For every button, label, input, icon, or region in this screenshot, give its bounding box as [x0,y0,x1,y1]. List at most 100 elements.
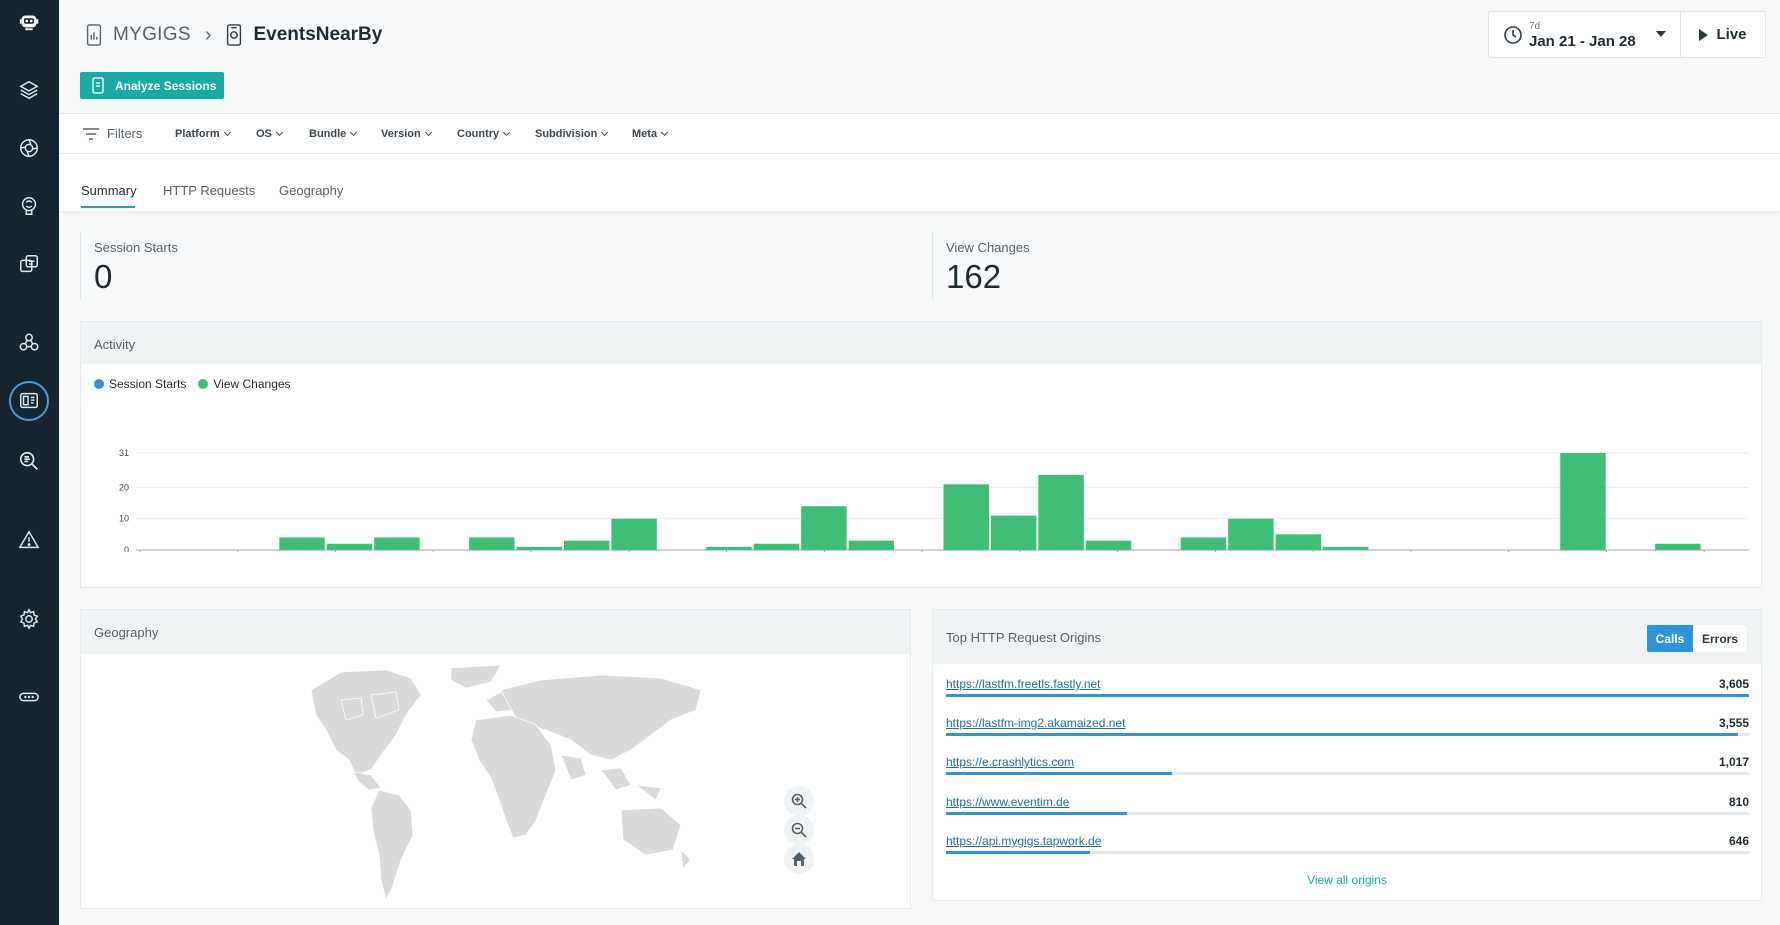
header: MYGIGS › EventsNearBy Analyze Sessions 7… [59,0,1780,113]
origin-count: 3,605 [1718,677,1749,691]
origins-panel: Top HTTP Request Origins Calls Errors ht… [932,609,1762,901]
zoom-in-icon[interactable] [784,786,814,816]
play-icon [1699,28,1709,41]
tab-http-requests[interactable]: HTTP Requests [163,183,255,198]
origin-bar-track [946,772,1749,775]
breadcrumb-current: EventsNearBy [253,24,383,45]
origin-bar-track [946,733,1749,736]
origin-bar-track [946,851,1749,854]
bar-view-changes [1560,453,1606,550]
bar-view-changes [374,537,420,550]
origin-row[interactable]: https://www.eventim.de 810 [946,795,1749,815]
analyze-sessions-button[interactable]: Analyze Sessions [80,72,224,99]
tab-summary[interactable]: Summary [81,183,137,198]
bar-view-changes [1085,540,1132,550]
origin-bar-track [946,812,1749,815]
origin-bar [946,694,1749,697]
activity-title: Activity [81,322,1761,364]
bar-view-changes [279,537,325,550]
filter-bundle[interactable]: Bundle [309,128,356,140]
activity-panel: Activity Session Starts View Changes 0 10… [80,321,1762,588]
bar-view-changes [516,546,562,550]
legend-view-changes[interactable]: View Changes [198,377,291,391]
origin-url[interactable]: https://www.eventim.de [946,795,1069,809]
bar-view-changes [990,515,1037,550]
origins-title: Top HTTP Request Origins [933,610,1761,664]
legend-dot [94,379,104,389]
toggle-calls[interactable]: Calls [1647,625,1693,652]
bar-view-changes [326,543,373,550]
live-button[interactable]: Live [1680,11,1766,58]
geography-title: Geography [81,610,910,654]
origin-url[interactable]: https://api.mygigs.tapwork.de [946,834,1101,848]
filter-meta[interactable]: Meta [632,128,667,140]
stat-label: View Changes [946,240,1030,255]
bar-view-changes [801,506,847,550]
filter-platform[interactable]: Platform [175,128,230,140]
origin-count: 1,017 [1718,755,1749,769]
origin-bar [946,772,1173,775]
origin-row[interactable]: https://lastfm-img2.akamaized.net 3,555 [946,716,1749,736]
origin-bar [946,812,1127,815]
sessions-icon[interactable] [9,381,49,421]
brain-icon[interactable] [14,191,44,221]
y-tick-label: 0 [124,545,129,552]
tab-bar: Summary HTTP Requests Geography [59,154,1780,211]
origin-url[interactable]: https://e.crashlytics.com [946,755,1074,769]
caret-down-icon[interactable] [1656,31,1666,37]
origin-bar [946,851,1090,854]
filter-subdivision[interactable]: Subdivision [535,128,607,140]
cluster-icon[interactable] [14,328,44,358]
y-tick-label: 10 [119,514,129,524]
main-content: MYGIGS › EventsNearBy Analyze Sessions 7… [59,0,1780,925]
origin-row[interactable]: https://lastfm.freetls.fastly.net 3,605 [946,677,1749,697]
origin-count: 646 [1728,834,1749,848]
filter-os[interactable]: OS [256,128,282,140]
stat-label: Session Starts [94,240,178,255]
robot-logo-icon[interactable] [14,6,44,36]
stat-view-changes: View Changes 162 [932,232,1762,300]
tab-geography[interactable]: Geography [279,183,343,198]
filter-version[interactable]: Version [381,128,431,140]
bar-view-changes [1180,537,1227,550]
zoom-out-icon[interactable] [784,815,814,845]
filter-country[interactable]: Country [457,128,509,140]
alert-icon[interactable] [14,525,44,555]
bar-view-changes [469,537,515,550]
search-analytics-icon[interactable] [14,446,44,476]
bar-view-changes [753,543,800,550]
date-range-picker[interactable]: 7d Jan 21 - Jan 28 [1488,11,1681,58]
filters-button[interactable]: Filters [83,126,142,141]
breadcrumb-root[interactable]: MYGIGS [113,24,191,46]
origin-bar-track [946,694,1749,697]
settings-icon[interactable] [14,604,44,634]
more-icon[interactable] [14,682,44,712]
sessions-device-icon [92,77,104,94]
origin-url[interactable]: https://lastfm-img2.akamaized.net [946,716,1125,730]
copy-icon[interactable] [14,249,44,279]
toggle-errors[interactable]: Errors [1693,625,1747,652]
view-all-origins-link[interactable]: View all origins [933,873,1761,887]
y-tick-label: 20 [119,482,129,492]
breadcrumb: MYGIGS › EventsNearBy [85,22,382,48]
filter-bar: Filters Platform OS Bundle Version Count… [59,113,1780,154]
world-map[interactable] [301,660,721,908]
layers-icon[interactable] [14,75,44,105]
app-device-icon [227,24,242,46]
bar-view-changes [848,540,895,550]
range-preset: 7d [1529,21,1541,32]
analyze-sessions-label: Analyze Sessions [115,78,217,93]
origin-row[interactable]: https://api.mygigs.tapwork.de 646 [946,834,1749,854]
legend-session-starts[interactable]: Session Starts [94,377,186,391]
aperture-icon[interactable] [14,133,44,163]
origin-row[interactable]: https://e.crashlytics.com 1,017 [946,755,1749,775]
home-icon[interactable] [784,844,814,874]
bar-view-changes [611,518,657,550]
stat-value: 162 [946,258,1002,295]
origin-url[interactable]: https://lastfm.freetls.fastly.net [946,677,1101,691]
app-device-icon [86,24,102,46]
bar-view-changes [1275,534,1322,550]
range-value: Jan 21 - Jan 28 [1529,33,1636,50]
stat-session-starts: Session Starts 0 [80,232,932,300]
origin-count: 810 [1728,795,1749,809]
